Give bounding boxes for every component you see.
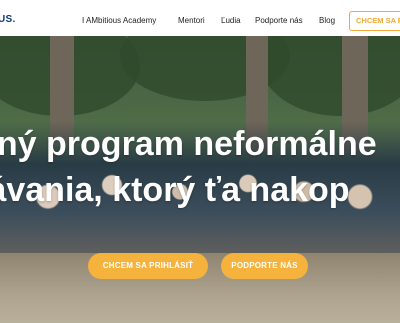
nav-academy-link[interactable]: I AMbitious Academy	[82, 16, 156, 25]
tree-canopy	[260, 36, 400, 116]
hero-section: čný program neformálne lávania, ktorý ťa…	[0, 36, 400, 323]
top-navigation-bar: US. I AMbitious Academy Mentori Ľudia Po…	[0, 0, 400, 36]
nav-podporte-link[interactable]: Podporte nás	[255, 16, 303, 25]
header-apply-button[interactable]: CHCEM SA PRI	[349, 11, 400, 31]
hero-headline-line-2: lávania, ktorý ťa nakop	[0, 171, 350, 209]
hero-headline-line-1: čný program neformálne	[0, 125, 377, 163]
support-button[interactable]: PODPORTE NÁS	[221, 253, 308, 279]
nav-ludia-link[interactable]: Ľudia	[221, 16, 241, 25]
apply-button[interactable]: CHCEM SA PRIHLÁSIŤ	[88, 253, 208, 279]
nav-mentori-link[interactable]: Mentori	[178, 16, 205, 25]
site-logo[interactable]: US.	[0, 14, 16, 25]
nav-blog-link[interactable]: Blog	[319, 16, 335, 25]
